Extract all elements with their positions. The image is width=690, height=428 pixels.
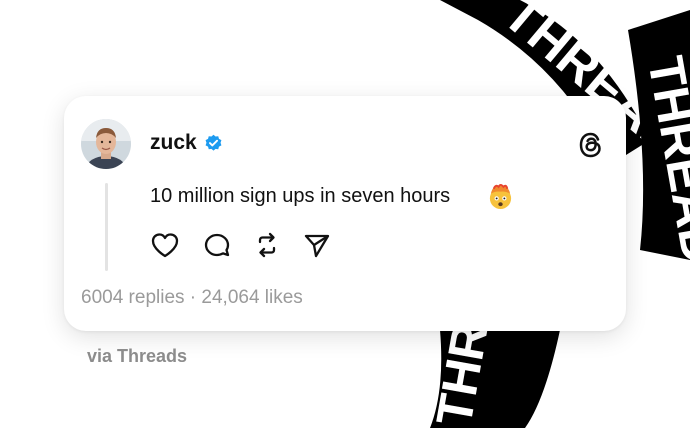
via-caption: via Threads	[87, 346, 188, 366]
username[interactable]: zuck	[150, 131, 197, 155]
heart-icon[interactable]	[150, 230, 180, 260]
comment-icon[interactable]	[202, 230, 232, 260]
repost-icon[interactable]	[252, 230, 282, 260]
avatar[interactable]	[81, 119, 131, 169]
threads-logo-icon[interactable]	[576, 130, 606, 160]
exploding-head-emoji	[489, 183, 512, 210]
post-stats[interactable]: 6004 replies · 24,064 likes	[81, 287, 303, 309]
post-text: 10 million sign ups in seven hours	[150, 185, 451, 207]
thread-line	[105, 183, 108, 271]
verified-badge-icon	[205, 134, 222, 151]
send-icon[interactable]	[302, 230, 332, 260]
post-actions	[150, 230, 350, 260]
ribbon-right: THREADS	[628, 10, 690, 300]
post-card: zuck 10 million sign ups in seven hours	[64, 96, 626, 331]
